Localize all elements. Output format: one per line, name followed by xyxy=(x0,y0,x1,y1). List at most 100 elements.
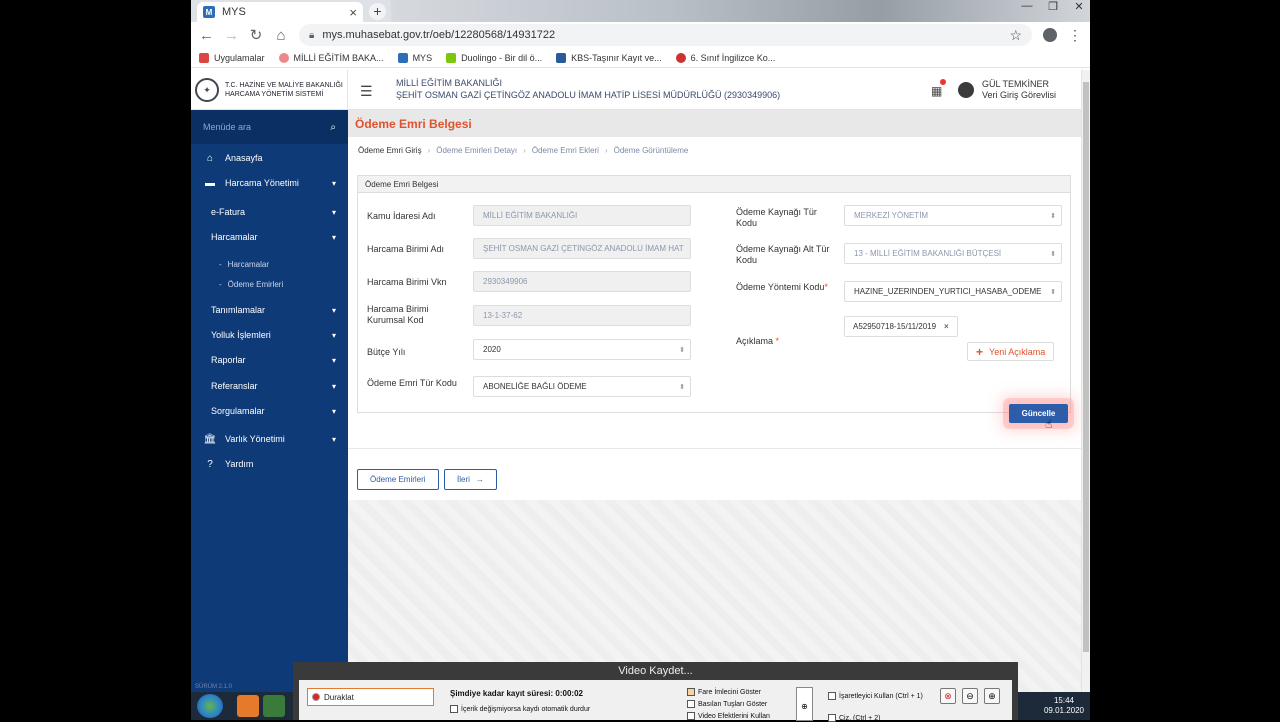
reload-icon[interactable]: ↻ xyxy=(249,26,263,44)
close-window-icon[interactable]: ✕ xyxy=(1072,0,1086,13)
system-clock[interactable]: 15:44 09.01.2020 xyxy=(1044,696,1084,716)
organization-info: MİLLİ EĞİTİM BAKANLIĞI ŞEHİT OSMAN GAZİ … xyxy=(396,78,781,100)
odeme-emirleri-button[interactable]: Ödeme Emirleri xyxy=(357,469,439,490)
toolbar: ← → ↻ ⌂ 🔒︎ mys.muhasebat.gov.tr/oeb/1228… xyxy=(191,22,1090,48)
mys-favicon-icon: M xyxy=(203,6,215,18)
sidebar-subitem-odeme-emirleri[interactable]: - Ödeme Emirleri xyxy=(191,273,348,295)
breadcrumb-item[interactable]: Ödeme Emri Giriş xyxy=(358,146,422,155)
clear-marker-icon[interactable]: ⊗ xyxy=(940,688,956,704)
close-tab-icon[interactable]: × xyxy=(349,5,357,20)
restore-icon[interactable]: ❐ xyxy=(1046,0,1060,13)
bookmark-meb[interactable]: MİLLİ EĞİTİM BAKA... xyxy=(278,52,384,63)
chrome-taskbar-icon[interactable] xyxy=(263,695,285,717)
logo-text: T.C. HAZİNE VE MALİYE BAKANLIĞI HARCAMA … xyxy=(225,82,343,98)
sidebar-item-raporlar[interactable]: Raporlar ▾ xyxy=(191,349,348,371)
kbs-icon xyxy=(556,52,567,63)
address-bar[interactable]: 🔒︎ mys.muhasebat.gov.tr/oeb/12280568/149… xyxy=(299,24,1032,46)
bookmark-duolingo[interactable]: Duolingo - Bir dil ö... xyxy=(446,52,542,63)
app-logo[interactable]: ✦ T.C. HAZİNE VE MALİYE BAKANLIĞI HARCAM… xyxy=(191,70,348,110)
butce-yili-select[interactable]: 2020 ⬍ xyxy=(473,339,691,360)
bookmark-apps[interactable]: Uygulamalar xyxy=(199,52,265,63)
breadcrumb-item[interactable]: Ödeme Görüntüleme xyxy=(614,146,689,155)
hamburger-menu-icon[interactable]: ☰ xyxy=(360,83,373,100)
sidebar-subitem-harcamalar[interactable]: - Harcamalar xyxy=(191,253,348,275)
yeni-aciklama-button[interactable]: + Yeni Açıklama xyxy=(967,342,1055,361)
bookmark-mys[interactable]: MYS xyxy=(397,52,432,63)
kurumsal-kod-field: 13-1-37-62 xyxy=(473,305,691,326)
vkn-field: 2930349906 xyxy=(473,271,691,292)
sidebar-item-sorgulamalar[interactable]: Sorgulamalar ▾ xyxy=(191,400,348,422)
apps-grid-notification-icon[interactable]: ▦ xyxy=(931,79,947,98)
chevron-down-icon: ▾ xyxy=(331,178,336,188)
media-player-icon[interactable] xyxy=(237,695,259,717)
page-title: Ödeme Emri Belgesi xyxy=(348,110,1081,137)
select-arrows-icon: ⬍ xyxy=(1050,250,1056,258)
record-dot-icon xyxy=(312,693,320,701)
sidebar-item-yardim[interactable]: ? Yardım xyxy=(191,453,348,475)
plus-icon: + xyxy=(976,344,984,359)
ingilizce-icon xyxy=(675,52,686,63)
meb-icon xyxy=(278,52,289,63)
menu-kebab-icon[interactable]: ⋮ xyxy=(1068,27,1082,44)
zoom-in-icon[interactable]: ⊕ xyxy=(984,688,1000,704)
menu-search-input[interactable]: Menüde ara ⌕ xyxy=(191,110,348,144)
auto-stop-checkbox[interactable]: İçerik değişmiyorsa kaydı otomatik durdu… xyxy=(450,705,590,713)
sidebar-item-tanimlamalar[interactable]: Tanımlamalar ▾ xyxy=(191,299,348,321)
pause-button[interactable]: Duraklat xyxy=(307,688,434,706)
app-header: ✦ T.C. HAZİNE VE MALİYE BAKANLIĞI HARCAM… xyxy=(191,70,1090,110)
browser-tab[interactable]: M MYS × xyxy=(197,2,363,22)
user-info[interactable]: GÜL TEMKİNER Veri Giriş Görevlisi xyxy=(982,79,1056,101)
tur-kodu-select[interactable]: ABONELİĞE BAĞLI ÖDEME ⬍ xyxy=(473,376,691,397)
search-icon[interactable]: ⌕ xyxy=(330,122,336,133)
profile-icon[interactable] xyxy=(1043,28,1057,42)
breadcrumb-item[interactable]: Ödeme Emirleri Detayı xyxy=(436,146,517,155)
video-effects-checkbox[interactable]: Video Efektlerini Kullan xyxy=(687,712,770,720)
sidebar-item-referanslar[interactable]: Referanslar ▾ xyxy=(191,375,348,397)
user-avatar-icon[interactable] xyxy=(958,82,974,98)
mys-icon xyxy=(397,52,408,63)
kaynak-tur-select[interactable]: MERKEZİ YÖNETİM ⬍ xyxy=(844,205,1062,226)
forward-icon[interactable]: → xyxy=(224,27,239,44)
remove-tag-icon[interactable]: × xyxy=(944,322,949,331)
show-cursor-checkbox[interactable]: Fare İmlecini Göster xyxy=(687,688,761,696)
home-icon[interactable]: ⌂ xyxy=(274,27,288,44)
sidebar-item-varlik-yonetimi[interactable]: 🏛︎ Varlık Yönetimi ▾ xyxy=(191,428,348,450)
version-label: SÜRÜM 2.1.0 xyxy=(195,684,233,690)
help-icon: ? xyxy=(207,458,213,470)
yontem-select[interactable]: HAZINE_UZERINDEN_YURTICI_HASABA_ODEME ⬍ xyxy=(844,281,1062,302)
sidebar-item-harcama-yonetimi[interactable]: ▬ Harcama Yönetimi ▾ xyxy=(191,172,348,194)
sidebar-item-yolluk[interactable]: Yolluk İşlemleri ▾ xyxy=(191,324,348,346)
page-scrollbar[interactable] xyxy=(1081,70,1090,720)
minimize-icon[interactable]: — xyxy=(1020,0,1034,13)
main-content: Ödeme Emri Belgesi Ödeme Emri Giriş › Öde… xyxy=(348,110,1081,720)
new-tab-button[interactable]: + xyxy=(369,3,386,20)
breadcrumb-item[interactable]: Ödeme Emri Ekleri xyxy=(532,146,599,155)
bookmark-kbs[interactable]: KBS-Taşınır Kayıt ve... xyxy=(556,52,662,63)
sidebar-item-harcamalar[interactable]: Harcamalar ▾ xyxy=(191,226,348,248)
zoom-out-icon[interactable]: ⊖ xyxy=(962,688,978,704)
select-arrows-icon: ⬍ xyxy=(1050,212,1056,220)
recorder-body: Duraklat Şimdiye kadar kayıt süresi: 0:0… xyxy=(299,680,1012,722)
kaynak-tur-label: Ödeme Kaynağı Tür Kodu xyxy=(736,207,817,228)
form-box: Ödeme Emri Belgesi Kamu İdaresi Adı MİLL… xyxy=(357,175,1071,413)
back-icon[interactable]: ← xyxy=(199,27,214,44)
marker-checkbox[interactable]: İşaretleyici Kullan (Ctrl + 1) xyxy=(828,692,923,700)
notification-dot xyxy=(940,79,947,85)
guncelle-button[interactable]: Güncelle xyxy=(1009,404,1068,423)
kaynak-alt-select[interactable]: 13 - MİLLİ EĞİTİM BAKANLIĞI BÜTÇESİ ⬍ xyxy=(844,243,1062,264)
scrollbar-thumb[interactable] xyxy=(1083,82,1089,652)
ileri-button[interactable]: İleri → xyxy=(444,469,497,490)
sidebar-item-anasayfa[interactable]: ⌂ Anasayfa xyxy=(191,147,348,169)
chevron-down-icon: ▾ xyxy=(331,434,336,444)
bookmark-star-icon[interactable]: ☆ xyxy=(1009,27,1022,44)
bookmark-ingilizce[interactable]: 6. Sınıf İngilizce Ko... xyxy=(675,52,775,63)
recorder-expand-button[interactable]: ⊕ xyxy=(796,687,813,721)
start-button-icon[interactable] xyxy=(197,694,223,718)
show-keys-checkbox[interactable]: Basılan Tuşları Göster xyxy=(687,700,767,708)
harcama-birimi-field: ŞEHİT OSMAN GAZİ ÇETİNGÖZ ANADOLU İMAM H… xyxy=(473,238,691,259)
sidebar-item-e-fatura[interactable]: e-Fatura ▾ xyxy=(191,201,348,223)
url-text: mys.muhasebat.gov.tr/oeb/12280568/149317… xyxy=(322,29,556,41)
kurumsal-kod-label: Harcama Birimi Kurumsal Kod xyxy=(367,304,429,325)
draw-checkbox[interactable]: Ciz. (Ctrl + 2) xyxy=(828,714,880,722)
chevron-down-icon: ▾ xyxy=(331,330,336,340)
